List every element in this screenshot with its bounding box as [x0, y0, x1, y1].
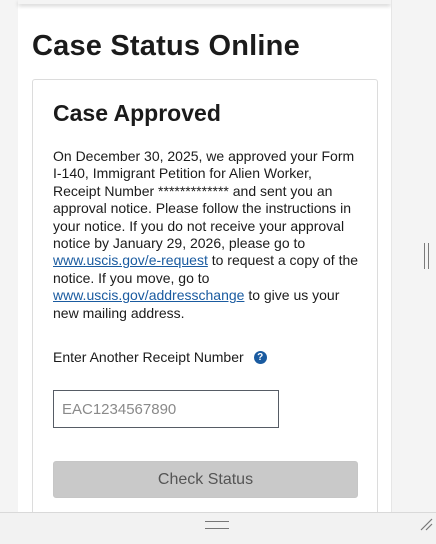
drag-grip-icon[interactable] — [205, 521, 229, 529]
right-gutter — [391, 0, 436, 512]
question-circle-icon[interactable]: ? — [253, 350, 267, 364]
case-status-card: Case Approved On December 30, 2025, we a… — [32, 79, 378, 539]
address-change-link[interactable]: www.uscis.gov/addresschange — [53, 287, 244, 303]
bottom-panel-bar — [0, 512, 436, 544]
top-edge-bar — [18, 0, 391, 4]
left-gutter — [0, 0, 18, 512]
resize-corner-icon[interactable] — [419, 517, 433, 531]
case-status-description: On December 30, 2025, we approved your F… — [53, 148, 363, 322]
receipt-number-label: Enter Another Receipt Number — [53, 349, 244, 365]
case-status-heading: Case Approved — [53, 100, 221, 126]
check-status-button[interactable]: Check Status — [53, 461, 358, 498]
splitter-handle-icon[interactable] — [424, 243, 429, 269]
receipt-number-input[interactable] — [53, 390, 279, 428]
receipt-number-label-row: Enter Another Receipt Number ? — [53, 349, 267, 365]
page-title: Case Status Online — [32, 30, 300, 62]
masked-receipt-number: ************* — [158, 182, 229, 199]
e-request-link[interactable]: www.uscis.gov/e-request — [53, 252, 208, 268]
